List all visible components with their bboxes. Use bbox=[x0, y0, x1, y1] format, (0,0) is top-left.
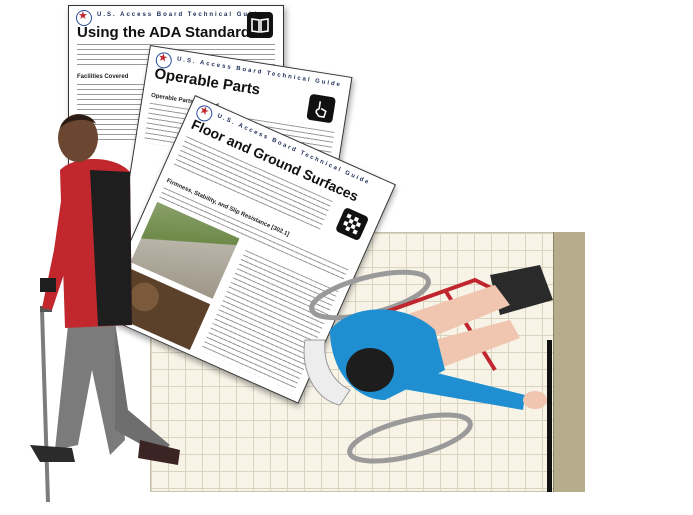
section-heading: Facilities Covered bbox=[77, 74, 129, 80]
person-with-crutch bbox=[30, 114, 180, 503]
guide-title: Using the ADA Standards bbox=[77, 24, 259, 41]
book-icon bbox=[247, 12, 273, 38]
checkered-floor-icon bbox=[334, 206, 370, 242]
hand-pointer-icon bbox=[306, 93, 337, 124]
wheelchair-user bbox=[303, 265, 553, 464]
crutch bbox=[40, 309, 50, 503]
guide-header: U.S. Access Board Technical Guide bbox=[97, 12, 264, 18]
illustration-stage: U.S. Access Board Technical Guide Using … bbox=[0, 0, 693, 515]
